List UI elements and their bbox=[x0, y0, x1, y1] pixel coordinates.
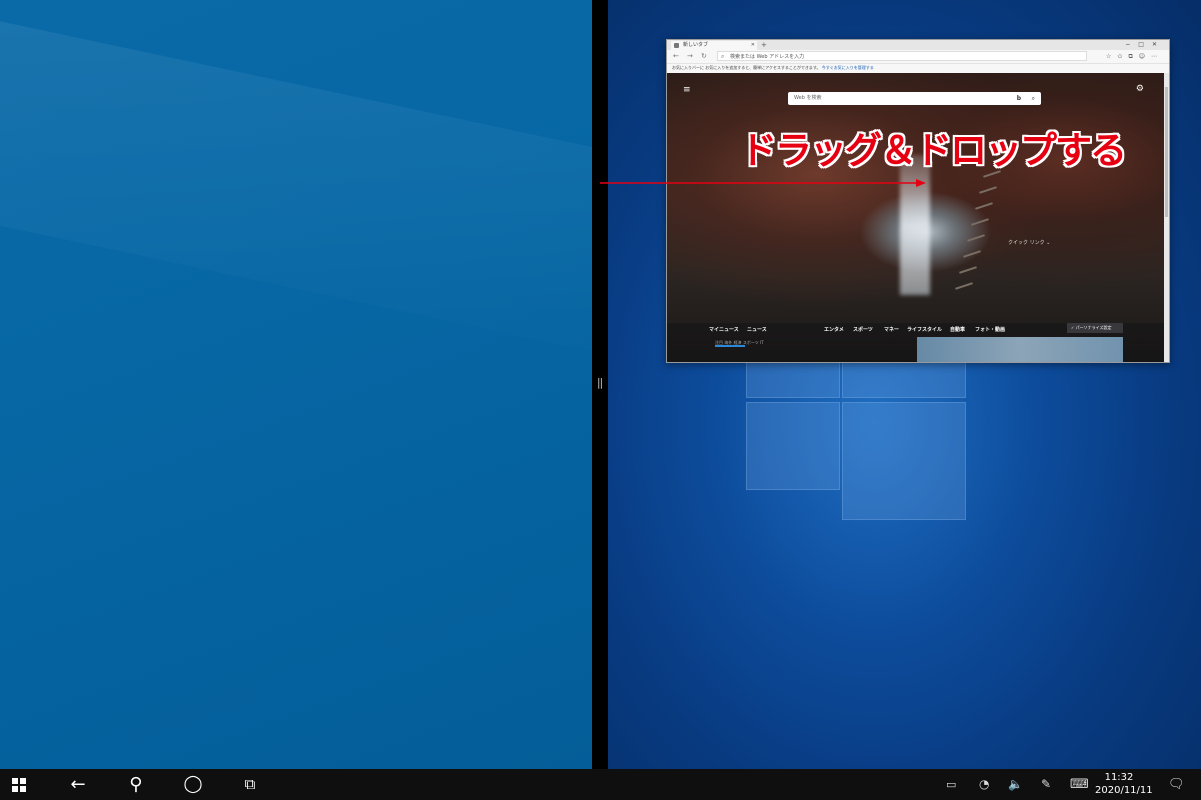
divider-handle-icon[interactable]: ‖ bbox=[596, 376, 604, 390]
clock[interactable]: 11:32 2020/11/11 bbox=[1095, 771, 1153, 797]
drag-arrow-annotation bbox=[600, 179, 926, 187]
search-icon[interactable]: ⌕ bbox=[1032, 92, 1035, 105]
new-tab-page: ≡ ⚙ Web を検索 b ⌕ クイック リンク ⌄ マイニュース ニュース エ… bbox=[667, 73, 1164, 362]
wifi-icon[interactable]: ◔ bbox=[979, 769, 989, 800]
personalize-button[interactable]: ✓ パーソナライズ設定 bbox=[1067, 323, 1123, 333]
page-scrollbar[interactable] bbox=[1164, 73, 1169, 362]
browser-tab[interactable]: 新しいタブ ✕ bbox=[671, 41, 757, 50]
news-tile[interactable] bbox=[917, 337, 1123, 362]
new-tab-button[interactable]: + bbox=[761, 40, 767, 50]
browser-toolbar: ← → ↻ ⌕ 検索または Web アドレスを入力 ☆✩⧉☺⋯ bbox=[667, 50, 1169, 64]
search-icon[interactable]: ⚲ bbox=[124, 769, 148, 800]
toolbar-icons[interactable]: ☆✩⧉☺⋯ bbox=[1106, 51, 1163, 62]
quick-links-label: クイック リンク bbox=[1008, 240, 1045, 246]
browser-tab-bar: 新しいタブ ✕ + −□✕ bbox=[667, 40, 1169, 50]
news-nav-item[interactable]: エンタメ bbox=[824, 326, 844, 333]
quick-links-toggle[interactable]: クイック リンク ⌄ bbox=[1008, 239, 1050, 246]
news-nav-item[interactable]: スポーツ bbox=[853, 326, 873, 333]
windows-start-icon[interactable] bbox=[12, 778, 26, 792]
news-nav-item[interactable]: ライフスタイル bbox=[907, 326, 942, 333]
volume-icon[interactable]: 🔈 bbox=[1008, 769, 1023, 800]
active-subnav-underline bbox=[715, 345, 745, 347]
clock-time: 11:32 bbox=[1104, 772, 1134, 783]
news-nav-item[interactable]: ニュース bbox=[747, 326, 767, 333]
news-nav-item[interactable]: マイニュース bbox=[709, 326, 739, 333]
web-search-box[interactable]: Web を検索 b ⌕ bbox=[788, 92, 1041, 105]
favorites-bar: お気に入りバーに お気に入りを追加すると、簡単にアクセスすることができます。 今… bbox=[667, 64, 1169, 72]
news-nav-item[interactable]: マネー bbox=[884, 326, 899, 333]
left-snap-area[interactable] bbox=[0, 0, 592, 769]
task-view-icon[interactable]: ⧉ bbox=[238, 769, 262, 800]
taskbar: ← ⚲ ◯ ⧉ ▭ ◔ 🔈 ✎ ⌨ 11:32 2020/11/11 🗨 bbox=[0, 769, 1201, 800]
subnav-item[interactable]: スポーツ bbox=[743, 340, 759, 345]
tab-title: 新しいタブ bbox=[683, 42, 709, 48]
news-bar: マイニュース ニュース エンタメ スポーツ マネー ライフスタイル 自動車 フォ… bbox=[667, 323, 1164, 362]
wallpaper-light-ray bbox=[0, 0, 592, 383]
subnav-item[interactable]: IT bbox=[760, 340, 764, 345]
notification-icon[interactable]: 🗨 bbox=[1168, 769, 1185, 800]
edge-browser-window[interactable]: 新しいタブ ✕ + −□✕ ← → ↻ ⌕ 検索または Web アドレスを入力 … bbox=[666, 39, 1170, 363]
cortana-icon[interactable]: ◯ bbox=[181, 769, 205, 800]
news-nav-item[interactable]: 自動車 bbox=[950, 326, 965, 333]
keyboard-icon[interactable]: ⌨ bbox=[1070, 769, 1089, 800]
menu-icon[interactable]: ≡ bbox=[683, 85, 691, 95]
bing-icon: b bbox=[1016, 95, 1021, 102]
refresh-icon[interactable]: ↻ bbox=[701, 51, 707, 62]
scrollbar-thumb[interactable] bbox=[1165, 87, 1168, 217]
back-icon[interactable]: ← bbox=[673, 51, 679, 62]
forward-icon[interactable]: → bbox=[687, 51, 693, 62]
new-tab-icon bbox=[674, 43, 679, 48]
pen-icon[interactable]: ✎ bbox=[1041, 769, 1051, 800]
favorites-bar-text: お気に入りバーに お気に入りを追加すると、簡単にアクセスすることができます。 bbox=[672, 65, 821, 70]
clock-date: 2020/11/11 bbox=[1095, 785, 1153, 796]
background-ladder bbox=[943, 170, 1003, 333]
address-placeholder: 検索または Web アドレスを入力 bbox=[730, 54, 805, 60]
close-tab-icon[interactable]: ✕ bbox=[751, 41, 755, 50]
drag-and-drop-annotation: ドラッグ＆ドロップする bbox=[740, 129, 1127, 172]
web-search-placeholder: Web を検索 bbox=[794, 95, 822, 101]
address-search-icon: ⌕ bbox=[721, 53, 725, 60]
windows-logo-wallpaper bbox=[746, 362, 966, 522]
battery-icon[interactable]: ▭ bbox=[946, 769, 956, 800]
address-bar[interactable]: ⌕ 検索または Web アドレスを入力 bbox=[717, 51, 1087, 61]
news-nav-item[interactable]: フォト・動画 bbox=[975, 326, 1005, 333]
back-arrow-icon[interactable]: ← bbox=[66, 769, 90, 800]
favorites-manage-link[interactable]: 今すぐお気に入りを管理する bbox=[822, 65, 874, 70]
window-controls[interactable]: −□✕ bbox=[1125, 40, 1165, 50]
gear-icon[interactable]: ⚙ bbox=[1136, 84, 1144, 94]
